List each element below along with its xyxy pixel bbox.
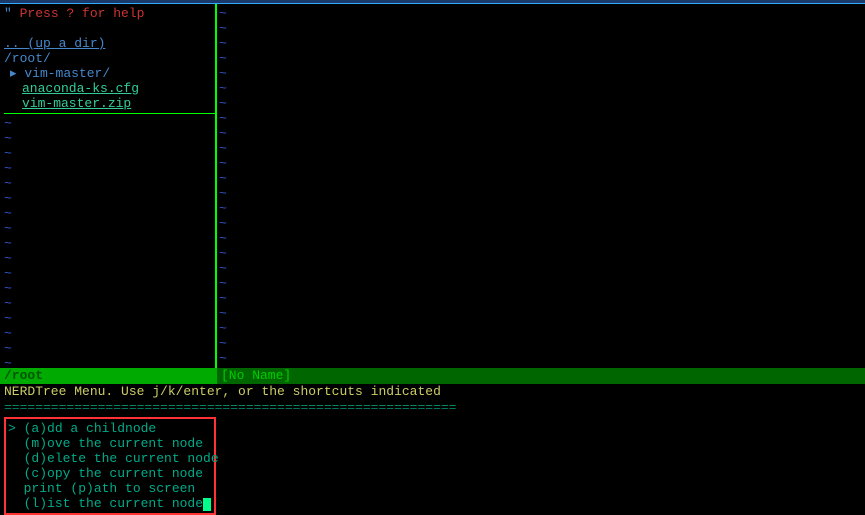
menu-item-add[interactable]: > (a)dd a childnode: [8, 421, 212, 436]
empty-line-marker: ~: [219, 336, 865, 351]
empty-line-marker: ~: [219, 246, 865, 261]
editor-pane[interactable]: ~ ~ ~ ~ ~ ~ ~ ~ ~ ~ ~ ~ ~ ~ ~ ~ ~ ~ ~ ~ …: [217, 4, 865, 368]
menu-item-print-path[interactable]: print (p)ath to screen: [8, 481, 212, 496]
dir-name: vim-master/: [24, 66, 110, 81]
quote-icon: ": [4, 6, 20, 21]
nerdtree-tilde-area: ~ ~ ~ ~ ~ ~ ~ ~ ~ ~ ~ ~ ~ ~ ~ ~ ~: [4, 113, 215, 371]
empty-line-marker: ~: [219, 111, 865, 126]
empty-line-marker: ~: [219, 96, 865, 111]
menu-hint: NERDTree Menu. Use j/k/enter, or the sho…: [0, 384, 865, 400]
empty-line-marker: ~: [219, 186, 865, 201]
empty-line-marker: ~: [219, 321, 865, 336]
empty-line-marker: ~: [4, 311, 215, 326]
empty-line-marker: ~: [219, 6, 865, 21]
empty-line-marker: ~: [4, 176, 215, 191]
status-right-buffer: [No Name]: [217, 368, 865, 384]
empty-line-marker: ~: [4, 356, 215, 371]
empty-line-marker: ~: [219, 291, 865, 306]
nerdtree-pane[interactable]: " Press ? for help .. (up a dir) /root/ …: [0, 4, 215, 368]
cursor-block-icon: [203, 498, 211, 511]
tree-entry-dir[interactable]: ▸ vim-master/: [4, 66, 215, 81]
menu-item-label: print (p)ath to screen: [24, 481, 196, 496]
empty-line-marker: ~: [4, 326, 215, 341]
empty-line-marker: ~: [219, 141, 865, 156]
empty-line-marker: ~: [4, 341, 215, 356]
main-split: " Press ? for help .. (up a dir) /root/ …: [0, 4, 865, 368]
empty-line-marker: ~: [219, 156, 865, 171]
empty-line-marker: ~: [4, 266, 215, 281]
menu-selection-arrow-icon: >: [8, 421, 24, 436]
menu-indent: [8, 466, 24, 481]
empty-line-marker: ~: [219, 81, 865, 96]
empty-line-marker: ~: [219, 171, 865, 186]
menu-indent: [8, 436, 24, 451]
help-text: Press ? for help: [20, 6, 145, 21]
empty-line-marker: ~: [219, 126, 865, 141]
empty-line-marker: ~: [4, 206, 215, 221]
empty-line-marker: ~: [4, 236, 215, 251]
empty-line-marker: ~: [4, 296, 215, 311]
empty-line-marker: ~: [219, 21, 865, 36]
empty-line-marker: ~: [219, 216, 865, 231]
empty-line-marker: ~: [4, 191, 215, 206]
nerdtree-menu[interactable]: > (a)dd a childnode (m)ove the current n…: [4, 417, 216, 515]
empty-line-marker: ~: [4, 161, 215, 176]
menu-item-label: (a)dd a childnode: [24, 421, 157, 436]
empty-line-marker: ~: [4, 251, 215, 266]
tree-entry-file[interactable]: vim-master.zip: [4, 96, 215, 111]
empty-line-marker: ~: [219, 51, 865, 66]
menu-item-label: (l)ist the current node: [24, 496, 203, 511]
menu-item-list[interactable]: (l)ist the current node: [8, 496, 212, 511]
help-line: " Press ? for help: [4, 6, 215, 21]
empty-line-marker: ~: [219, 36, 865, 51]
tree-entry-file[interactable]: anaconda-ks.cfg: [4, 81, 215, 96]
empty-line-marker: ~: [219, 261, 865, 276]
file-name: vim-master.zip: [22, 96, 131, 111]
chevron-right-icon: ▸: [10, 66, 17, 81]
menu-item-copy[interactable]: (c)opy the current node: [8, 466, 212, 481]
empty-line-marker: ~: [219, 201, 865, 216]
menu-item-delete[interactable]: (d)elete the current node: [8, 451, 212, 466]
menu-item-move[interactable]: (m)ove the current node: [8, 436, 212, 451]
empty-line-marker: ~: [219, 66, 865, 81]
root-path[interactable]: /root/: [4, 51, 215, 66]
menu-indent: [8, 451, 24, 466]
menu-item-label: (c)opy the current node: [24, 466, 203, 481]
empty-line-marker: ~: [4, 221, 215, 236]
empty-line-marker: ~: [219, 351, 865, 366]
empty-line-marker: ~: [4, 131, 215, 146]
menu-item-label: (m)ove the current node: [24, 436, 203, 451]
empty-line-marker: ~: [219, 306, 865, 321]
updir-link[interactable]: .. (up a dir): [4, 36, 215, 51]
blank-line: [4, 21, 215, 36]
empty-line-marker: ~: [4, 281, 215, 296]
empty-line-marker: ~: [4, 146, 215, 161]
empty-line-marker: ~: [219, 276, 865, 291]
empty-line-marker: ~: [219, 231, 865, 246]
menu-item-label: (d)elete the current node: [24, 451, 219, 466]
menu-indent: [8, 496, 24, 511]
menu-divider: ========================================…: [0, 400, 865, 415]
file-name: anaconda-ks.cfg: [22, 81, 139, 96]
menu-indent: [8, 481, 24, 496]
empty-line-marker: ~: [4, 116, 215, 131]
